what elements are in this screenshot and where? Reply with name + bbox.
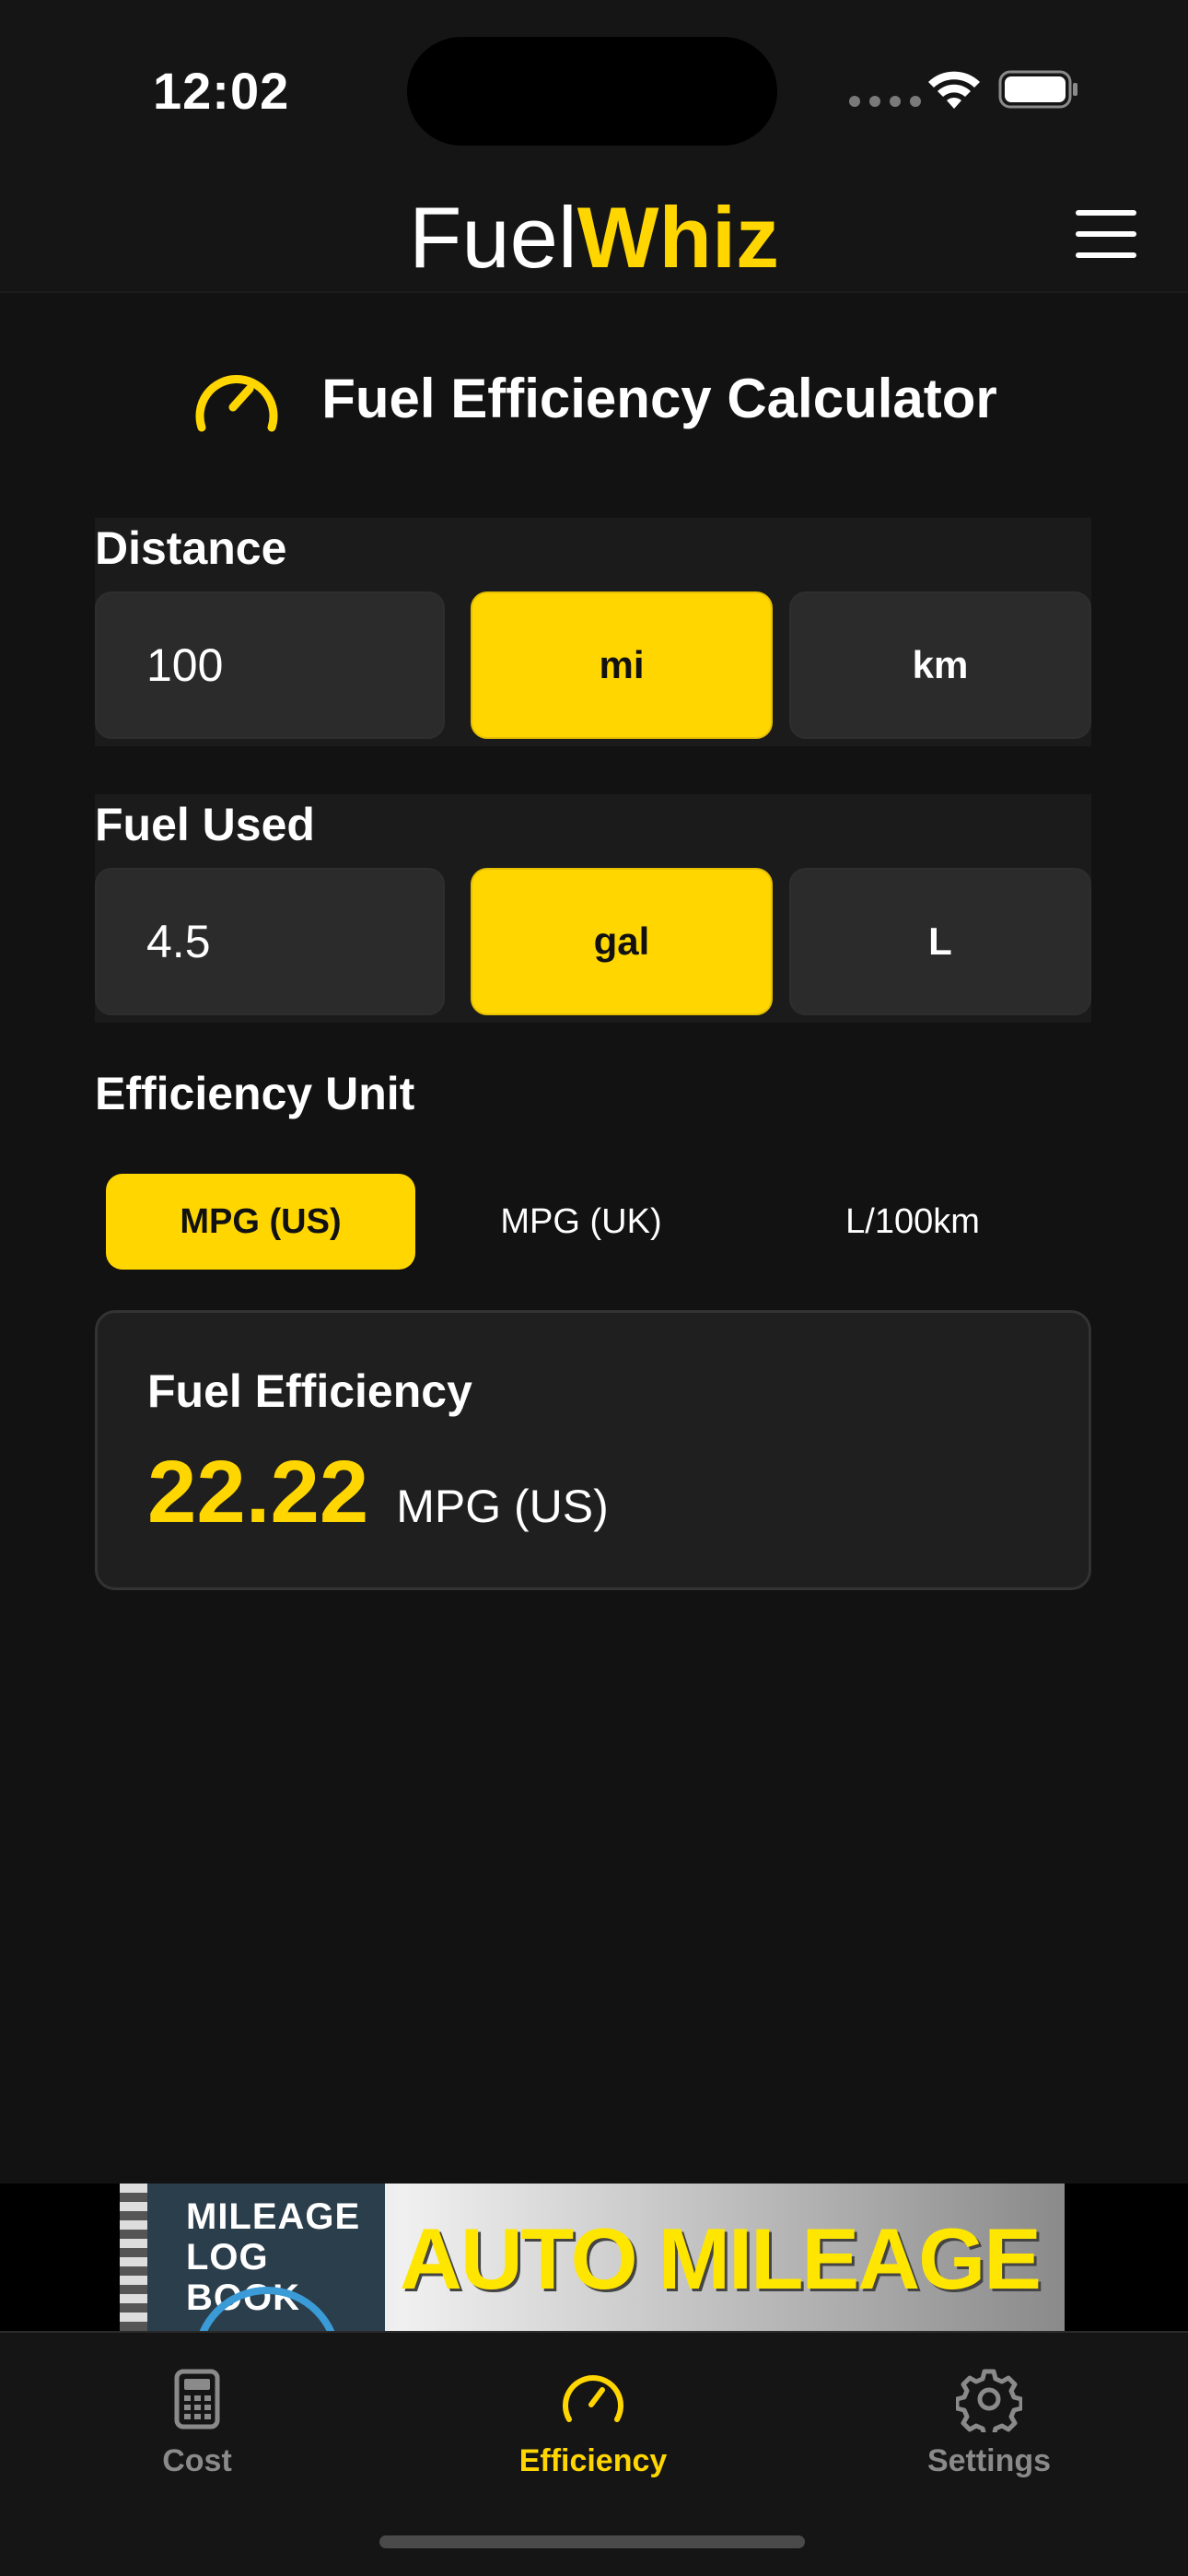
option-l-per-100km[interactable]: L/100km [747, 1174, 1078, 1270]
distance-input-row: mi km [95, 591, 1091, 739]
speedometer-icon [563, 2375, 623, 2422]
app-header: FuelWhiz [0, 175, 1188, 293]
tab-efficiency[interactable]: Efficiency [473, 2366, 713, 2504]
status-bar: 12:02 [0, 0, 1188, 175]
distance-section: Distance mi km [95, 518, 1091, 746]
tab-cost-label: Cost [162, 2443, 232, 2478]
option-mpg-uk[interactable]: MPG (UK) [415, 1174, 747, 1270]
cellular-signal-icon [849, 96, 921, 107]
distance-input[interactable] [95, 591, 445, 739]
option-mpg-us[interactable]: MPG (US) [106, 1174, 415, 1270]
result-unit: MPG (US) [396, 1481, 609, 1532]
fuel-section: Fuel Used gal L [95, 794, 1091, 1023]
ad-banner-container: MILEAGE LOG BOOK AUTO MILEAGE [0, 2184, 1188, 2331]
ad-spiral-binding [120, 2184, 147, 2331]
page-title-row: Fuel Efficiency Calculator [0, 352, 1188, 444]
speedometer-icon [195, 375, 278, 432]
unit-gal-button[interactable]: gal [471, 868, 773, 1015]
fuel-input[interactable] [95, 868, 445, 1015]
tab-cost[interactable]: Cost [77, 2366, 317, 2504]
efficiency-unit-selector: MPG (US) MPG (UK) L/100km [106, 1174, 1091, 1270]
fuel-used-label: Fuel Used [95, 799, 315, 850]
ad-logbook-image: MILEAGE LOG BOOK [120, 2184, 385, 2331]
result-card: Fuel Efficiency 22.22 MPG (US) [95, 1310, 1091, 1590]
distance-label: Distance [95, 522, 287, 574]
logo-whiz-text: Whiz [577, 189, 780, 286]
tab-settings-label: Settings [926, 2443, 1052, 2478]
ad-banner[interactable]: MILEAGE LOG BOOK AUTO MILEAGE [120, 2184, 1065, 2331]
calculator-icon [174, 2369, 220, 2430]
result-value: 22.22 [147, 1443, 369, 1541]
dynamic-island [407, 37, 777, 146]
unit-liter-button[interactable]: L [789, 868, 1091, 1015]
fuel-input-row: gal L [95, 868, 1091, 1015]
page-title: Fuel Efficiency Calculator [321, 367, 997, 429]
hamburger-menu-icon[interactable] [1076, 210, 1136, 262]
app-logo: FuelWhiz [0, 192, 1188, 284]
gear-icon [956, 2369, 1022, 2432]
unit-km-button[interactable]: km [789, 591, 1091, 739]
logo-fuel-text: Fuel [408, 189, 577, 286]
tab-efficiency-label: Efficiency [518, 2443, 668, 2478]
status-time: 12:02 [153, 62, 290, 120]
result-value-row: 22.22 MPG (US) [147, 1442, 609, 1543]
battery-icon [998, 70, 1077, 109]
ad-logbook-line1: MILEAGE [186, 2196, 361, 2237]
tab-settings[interactable]: Settings [869, 2366, 1109, 2504]
home-indicator [379, 2535, 805, 2548]
wifi-icon [928, 71, 980, 109]
result-label: Fuel Efficiency [147, 1365, 472, 1417]
efficiency-unit-label: Efficiency Unit [95, 1068, 415, 1119]
ad-headline: AUTO MILEAGE [400, 2210, 1042, 2307]
unit-mi-button[interactable]: mi [471, 591, 773, 739]
